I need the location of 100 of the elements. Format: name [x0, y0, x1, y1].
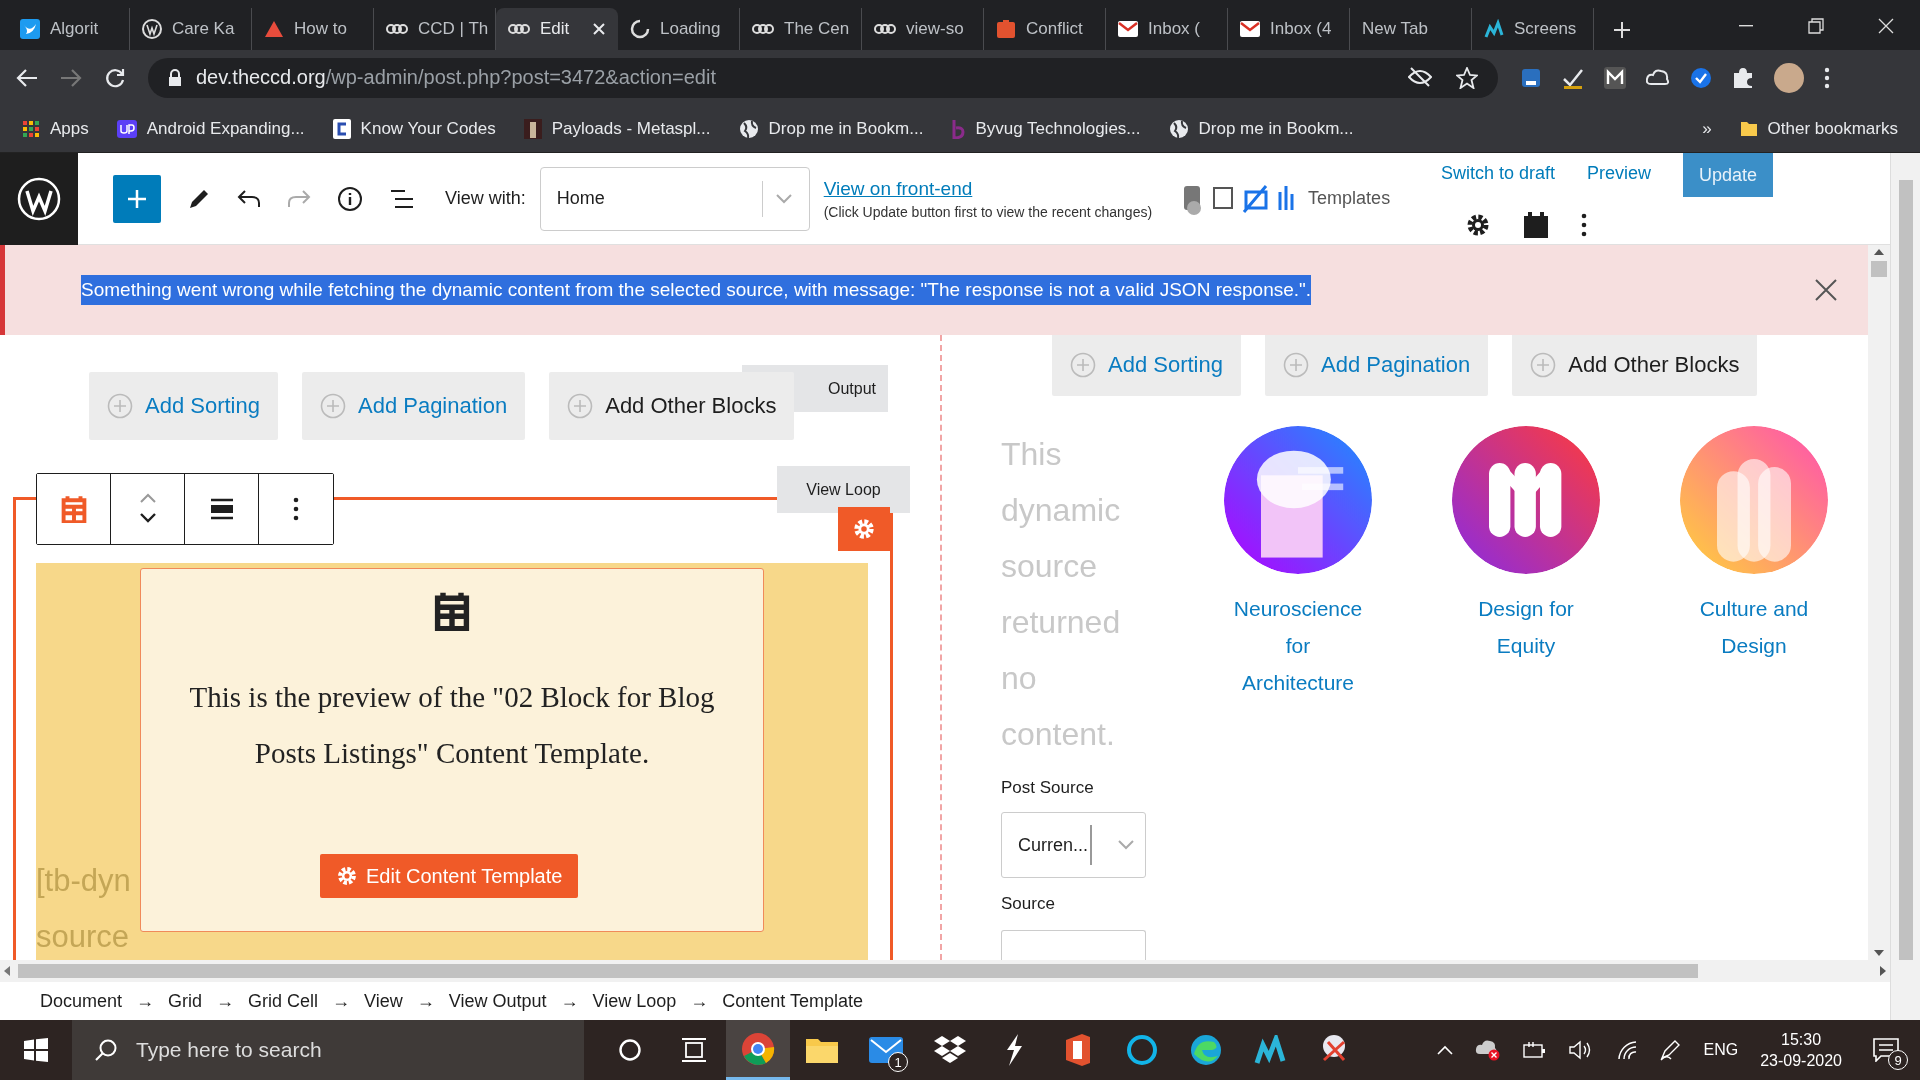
breadcrumb-item[interactable]: View Output [448, 990, 547, 1012]
post-source-select[interactable]: Curren... [1001, 812, 1146, 878]
plus-circle-icon [319, 393, 346, 419]
rings-icon [508, 22, 530, 36]
count-badge: 9 [1888, 1050, 1908, 1070]
plus-circle-icon [1530, 351, 1557, 378]
preview-text: This is the preview of the "02 Block for Blog Posts Listings" Content Template. [188, 679, 716, 771]
add-block-button[interactable]: Add Pagination [1264, 335, 1489, 396]
edge-icon [1190, 1034, 1222, 1066]
browser-tab[interactable]: Edit [496, 8, 618, 50]
plus-icon [126, 187, 148, 210]
figure-icon [523, 118, 542, 139]
add-block-button[interactable] [113, 174, 161, 223]
breadcrumb-item[interactable]: Content Template [722, 990, 863, 1012]
add-block-button[interactable]: Add Other Blocks [1512, 335, 1758, 396]
add-block-button[interactable]: Add Sorting [1052, 335, 1241, 396]
clipboard-icon [1522, 211, 1549, 239]
breadcrumb-separator: → [560, 990, 579, 1012]
breadcrumb-separator: → [690, 990, 709, 1012]
bookmark[interactable]: Apps [22, 118, 89, 139]
plus-circle-icon [567, 393, 594, 419]
bookmark[interactable]: Drop me in Bookm... [738, 118, 924, 139]
scroll-up-icon [1874, 249, 1884, 255]
restore-icon [1808, 18, 1824, 34]
language-indicator[interactable]: ENG [1703, 1041, 1739, 1059]
scroll-right-icon [1880, 966, 1886, 976]
address-bar[interactable]: dev.theccd.org/wp-admin/post.php?post=3472&action=edit [148, 57, 1498, 98]
switch-to-draft-link[interactable]: Switch to draft [1440, 153, 1555, 184]
profile-avatar[interactable] [1774, 62, 1804, 93]
preview-link[interactable]: Preview [1586, 153, 1651, 184]
wordpress-logo[interactable] [0, 152, 78, 245]
task-view-icon [681, 1038, 707, 1062]
mail-icon [1118, 21, 1138, 37]
wordpress-icon [17, 176, 61, 221]
breadcrumb-item[interactable]: Grid [168, 990, 203, 1012]
ring-icon [1126, 1034, 1158, 1066]
undo-icon [237, 188, 261, 209]
triangle-icon [264, 19, 284, 39]
circle-icon [618, 1038, 642, 1062]
taskbar-app[interactable]: 1 [854, 1020, 918, 1080]
bookmark[interactable]: Drop me in Bookm... [1168, 118, 1354, 139]
chevron-down-icon [774, 192, 793, 205]
extension-icon [1520, 66, 1542, 89]
cloud-error-icon [1475, 1039, 1502, 1061]
wordpress-icon [142, 19, 162, 39]
breadcrumb-item[interactable]: View Loop [592, 990, 677, 1012]
breadcrumb-item[interactable]: Document [40, 990, 123, 1012]
bookmark[interactable]: Android Expanding... [116, 118, 305, 139]
more-icon [293, 497, 299, 521]
code-logo-icon [332, 118, 351, 139]
battery-icon [1523, 1041, 1548, 1059]
breadcrumb-separator: → [332, 990, 351, 1012]
post-title-link[interactable]: Design for Equity [1456, 590, 1596, 664]
front-end-link[interactable]: View on front-end [823, 177, 1153, 200]
globe-icon [738, 118, 759, 139]
b-logo-icon [951, 118, 966, 139]
search-field[interactable]: Type here to search [72, 1020, 584, 1080]
bookmarks-overflow[interactable]: » [1702, 118, 1712, 139]
m-extension-icon [1604, 66, 1626, 89]
office-icon [996, 19, 1016, 39]
view-loop-tag: View Loop [777, 466, 910, 513]
bookmark-folder[interactable]: Other bookmarks [1739, 118, 1898, 139]
hint-text: (Click Update button first to view the recent changes) [823, 203, 1153, 220]
more-icon [1580, 213, 1587, 237]
breadcrumb-separator: → [416, 990, 435, 1012]
source-label: Source [1001, 894, 1056, 914]
rings-icon [874, 22, 896, 36]
post-title-link[interactable]: Neuroscience for Architecture [1228, 590, 1368, 701]
scroll-left-icon [4, 966, 10, 976]
puzzle-icon [1732, 66, 1754, 89]
clock[interactable]: 15:30 23-09-2020 [1760, 1029, 1842, 1071]
chrome-icon [741, 1031, 775, 1066]
bookmark[interactable]: Payloads - Metaspl... [523, 118, 711, 139]
office-icon [1064, 1034, 1092, 1066]
bookmark[interactable]: Byvug Technologies... [951, 118, 1141, 139]
settings-button[interactable] [838, 507, 890, 551]
templates-label[interactable]: Templates [1308, 188, 1391, 209]
post-title-link[interactable]: Culture and Design [1684, 590, 1824, 664]
add-block-button[interactable]: Add Pagination [301, 372, 526, 440]
notifications-button[interactable]: 9 [1864, 1028, 1908, 1072]
settings-icon [852, 517, 876, 541]
add-block-button[interactable]: Add Other Blocks [549, 372, 795, 440]
reload-icon [104, 66, 126, 89]
spinner-icon [630, 19, 650, 39]
search-icon [94, 1038, 118, 1062]
breadcrumb-item[interactable]: View [364, 990, 403, 1012]
add-block-button[interactable]: Add Sorting [89, 372, 278, 440]
back-icon [16, 67, 38, 88]
scrollbar-thumb[interactable] [18, 964, 1698, 978]
notice-message: Something went wrong while fetching the dynamic content from the selected source, with message: "The response is not a valid JSON response.". [81, 275, 1312, 305]
bird-icon [20, 19, 40, 39]
scrollbar-thumb[interactable] [1899, 180, 1913, 960]
view-select[interactable]: Home [539, 166, 810, 231]
more-icon [1824, 66, 1830, 89]
calendar-icon [434, 591, 470, 631]
breadcrumb-item[interactable]: Grid Cell [248, 990, 319, 1012]
bookmark[interactable]: Know Your Codes [332, 118, 496, 139]
dropbox-icon [933, 1035, 967, 1065]
up-logo-icon [116, 119, 137, 138]
scrollbar-thumb[interactable] [1871, 261, 1887, 277]
